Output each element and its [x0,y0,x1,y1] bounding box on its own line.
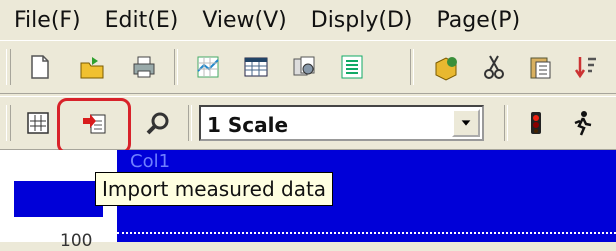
dropdown-arrow-button[interactable] [452,109,480,137]
wrench-icon [146,112,169,135]
menu-view[interactable]: View(V) [202,8,286,33]
cut-button[interactable] [476,47,512,87]
toolbar-separator [410,49,414,85]
paste-button[interactable] [522,47,558,87]
stop-signal-button[interactable] [518,103,554,143]
scissors-icon [484,55,504,79]
menu-bar: File(F) Edit(E) View(V) Disply(D) Page(P… [0,0,616,40]
list-icon [341,55,363,79]
printer-icon [133,56,155,78]
open-folder-icon [80,57,104,79]
chart-grid-icon [197,56,219,78]
gridline [117,232,616,236]
toolbar-separator [504,105,508,141]
link-settings-button[interactable] [140,103,176,143]
toolbar-separator [174,49,178,85]
sort-descending-button[interactable] [568,47,604,87]
running-person-icon [574,111,592,136]
scale-select[interactable]: 1 Scale [199,105,484,141]
chart-grid-button[interactable] [190,47,226,87]
column-label: Col1 [130,151,171,172]
toolbar-grip[interactable] [6,105,11,141]
sort-descending-icon [574,57,596,79]
copy-pages-icon [293,56,315,76]
open-folder-button[interactable] [74,47,110,87]
series-swatch [14,181,103,217]
print-button[interactable] [126,47,162,87]
run-button[interactable] [564,103,600,143]
grid-lines-button[interactable] [20,103,56,143]
new-document-icon [31,55,49,79]
clipboard-icon [530,57,551,79]
axis-number: 100 [60,231,93,251]
toolbar-grip[interactable] [6,49,11,85]
traffic-light-icon [531,112,541,134]
menu-edit[interactable]: Edit(E) [105,8,179,33]
menu-page[interactable]: Page(P) [436,8,520,33]
scale-select-value: 1 Scale [207,113,289,137]
main-toolbar [0,40,616,94]
toolbar-separator [188,105,192,141]
menu-file[interactable]: File(F) [14,8,81,33]
table-view-button[interactable] [238,47,274,87]
package-icon [435,57,457,81]
highlight-annotation [57,98,131,154]
menu-display[interactable]: Disply(D) [311,8,413,33]
list-view-button[interactable] [334,47,370,87]
export-package-button[interactable] [428,47,464,87]
chevron-down-icon [461,120,471,126]
grid-lines-icon [27,112,49,134]
new-document-button[interactable] [22,47,58,87]
copy-pages-button[interactable] [286,47,322,87]
tooltip: Import measured data [95,172,334,206]
table-icon [244,57,268,77]
